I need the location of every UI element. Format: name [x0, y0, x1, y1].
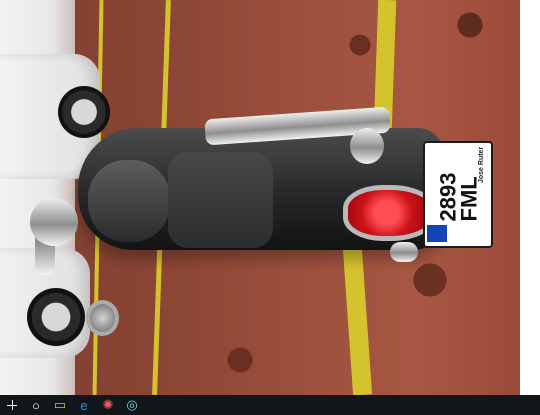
exhaust-tip: [390, 242, 418, 262]
license-plate-text: 2893 FML: [435, 172, 481, 222]
yellow-lane-line-bottom: [342, 247, 373, 395]
edge-icon[interactable]: e: [72, 395, 96, 415]
eu-band: [427, 225, 447, 242]
headlight: [30, 198, 78, 246]
folder-icon[interactable]: ▭: [48, 395, 72, 415]
windows-icon[interactable]: [0, 395, 24, 415]
right-margin: [520, 0, 540, 395]
taskbar: ○ ▭ e ✺ ◎: [0, 395, 540, 415]
rear-fender: [350, 128, 384, 164]
paint-icon[interactable]: ✺: [96, 395, 120, 415]
motorcycle-seat: [168, 152, 273, 248]
mirror: [86, 300, 119, 336]
photo: 2893 FML Jose Ruter: [0, 0, 520, 395]
fuel-tank: [88, 160, 170, 242]
search-icon[interactable]: ○: [24, 395, 48, 415]
license-plate: 2893 FML Jose Ruter: [423, 141, 493, 248]
app-icon[interactable]: ◎: [120, 395, 144, 415]
car-wheel: [58, 86, 110, 138]
car-wheel: [27, 288, 85, 346]
plate-maker-label: Jose Ruter: [478, 146, 485, 183]
